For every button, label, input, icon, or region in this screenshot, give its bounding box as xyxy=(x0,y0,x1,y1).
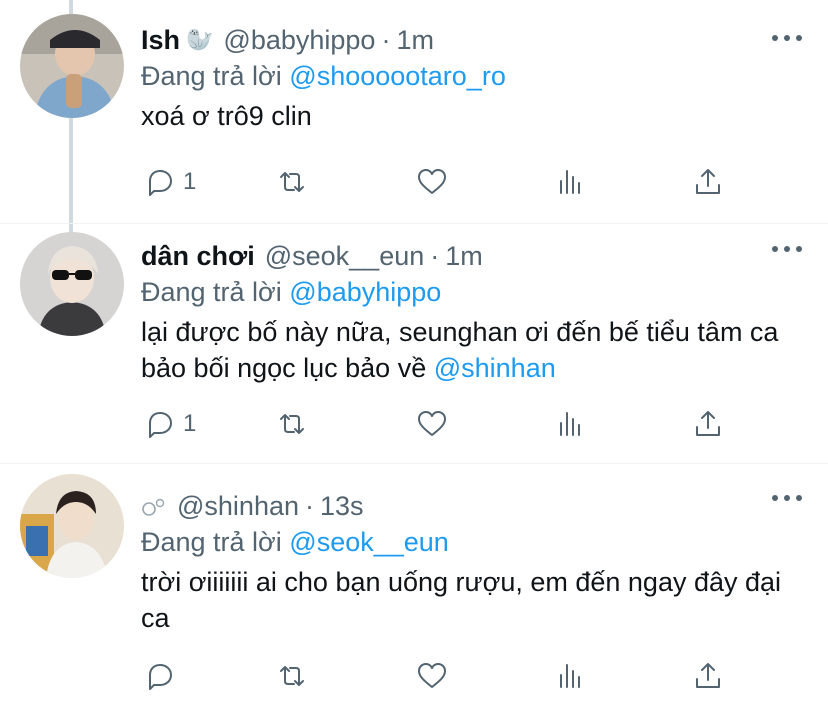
reply-button[interactable] xyxy=(143,656,177,696)
reply-tweet[interactable]: @shinhan · 13s Đang trả lời @seok__eun t… xyxy=(0,463,828,704)
more-options-icon[interactable] xyxy=(772,246,802,254)
retweet-button[interactable] xyxy=(275,404,309,444)
tweet-content: @shinhan · 13s Đang trả lời @seok__eun t… xyxy=(141,488,788,636)
reply-count: 1 xyxy=(183,168,197,195)
retweet-button[interactable] xyxy=(275,162,309,202)
analytics-icon xyxy=(560,664,580,688)
timestamp[interactable]: 1m xyxy=(396,25,434,56)
replying-to-mention[interactable]: @babyhippo xyxy=(289,277,441,307)
tweet-text: lại được bố này nữa, seunghan ơi đến bế … xyxy=(141,314,788,386)
retweet-icon xyxy=(280,414,304,434)
analytics-icon xyxy=(560,170,580,194)
reply-button[interactable]: 1 xyxy=(143,162,196,202)
reply-icon xyxy=(149,664,172,690)
display-name[interactable]: dân chơi xyxy=(141,241,255,272)
share-icon xyxy=(696,169,720,194)
retweet-icon xyxy=(280,172,304,192)
reply-tweet[interactable]: dân chơi @seok__eun · 1m Đang trả lời @b… xyxy=(0,223,828,463)
tweet-header: dân chơi @seok__eun · 1m xyxy=(141,238,788,274)
tweet-text: xoá ơ trô9 clin xyxy=(141,98,788,134)
retweet-icon xyxy=(280,666,304,686)
tweet-header: Ish 🦭 @babyhippo · 1m xyxy=(141,22,788,58)
avatar[interactable] xyxy=(20,474,124,578)
reply-tweet[interactable]: Ish 🦭 @babyhippo · 1m Đang trả lời @shoo… xyxy=(0,0,828,223)
bubbles-icon xyxy=(141,493,167,519)
reply-icon xyxy=(149,412,172,438)
more-options-icon[interactable] xyxy=(772,495,802,503)
reply-button[interactable]: 1 xyxy=(143,404,196,444)
tweet-content: Ish 🦭 @babyhippo · 1m Đang trả lời @shoo… xyxy=(141,22,788,134)
heart-icon xyxy=(418,663,446,688)
replying-to-mention[interactable]: @shoooootaro_ro xyxy=(289,61,506,91)
retweet-button[interactable] xyxy=(275,656,309,696)
timestamp[interactable]: 13s xyxy=(320,491,364,522)
replying-to-label: Đang trả lời xyxy=(141,61,282,91)
timestamp[interactable]: 1m xyxy=(445,241,483,272)
analytics-button[interactable] xyxy=(553,162,587,202)
avatar[interactable] xyxy=(20,232,124,336)
like-button[interactable] xyxy=(415,656,449,696)
replying-to-label: Đang trả lời xyxy=(141,277,282,307)
share-button[interactable] xyxy=(691,404,725,444)
replying-to-line: Đang trả lời @babyhippo xyxy=(141,274,788,310)
analytics-button[interactable] xyxy=(553,656,587,696)
username[interactable]: @shinhan xyxy=(177,491,299,522)
tweet-header: @shinhan · 13s xyxy=(141,488,788,524)
reply-icon xyxy=(149,170,172,196)
separator-dot: · xyxy=(430,240,440,271)
replying-to-line: Đang trả lời @seok__eun xyxy=(141,524,788,560)
username[interactable]: @seok__eun xyxy=(265,241,425,272)
heart-icon xyxy=(418,169,446,194)
share-icon xyxy=(696,663,720,688)
share-icon xyxy=(696,411,720,436)
replying-to-mention[interactable]: @seok__eun xyxy=(289,527,449,557)
share-button[interactable] xyxy=(691,162,725,202)
like-button[interactable] xyxy=(415,162,449,202)
heart-icon xyxy=(418,411,446,436)
analytics-button[interactable] xyxy=(553,404,587,444)
tweet-text-body: trời ơiiiiiii ai cho bạn uống rượu, em đ… xyxy=(141,567,782,633)
display-name[interactable]: Ish xyxy=(141,25,180,56)
separator-dot: · xyxy=(381,24,391,55)
reply-count: 1 xyxy=(183,410,197,437)
separator-dot: · xyxy=(305,490,314,521)
replying-to-label: Đang trả lời xyxy=(141,527,282,557)
username[interactable]: @babyhippo xyxy=(223,25,375,56)
tweet-actions: 1 xyxy=(141,162,741,202)
more-options-icon[interactable] xyxy=(772,35,802,43)
share-button[interactable] xyxy=(691,656,725,696)
seal-icon: 🦭 xyxy=(186,27,214,52)
tweet-text-body: xoá ơ trô9 clin xyxy=(141,101,312,131)
tweet-content: dân chơi @seok__eun · 1m Đang trả lời @b… xyxy=(141,238,788,386)
text-mention[interactable]: @shinhan xyxy=(434,353,556,383)
like-button[interactable] xyxy=(415,404,449,444)
tweet-actions: 1 xyxy=(141,404,741,444)
tweet-text: trời ơiiiiiii ai cho bạn uống rượu, em đ… xyxy=(141,564,788,636)
tweet-actions xyxy=(141,656,741,696)
analytics-icon xyxy=(560,412,580,436)
avatar[interactable] xyxy=(20,14,124,118)
replying-to-line: Đang trả lời @shoooootaro_ro xyxy=(141,58,788,94)
